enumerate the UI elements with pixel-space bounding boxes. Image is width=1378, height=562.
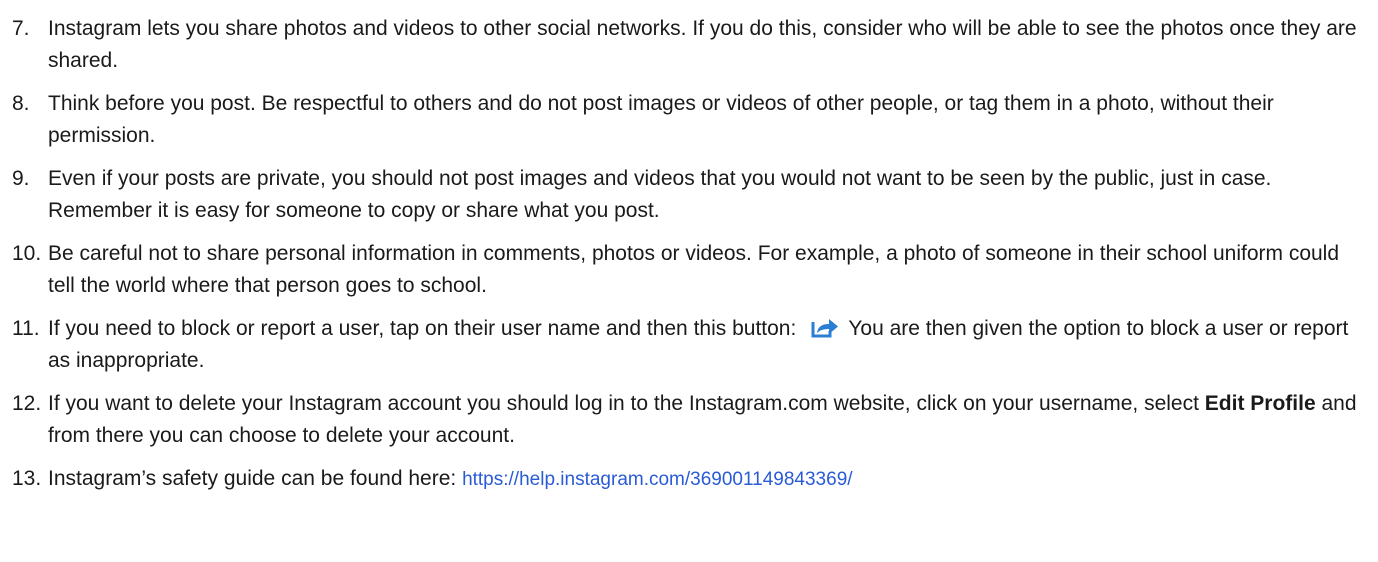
list-number: 8. [12,92,30,115]
list-item-7: 7. Instagram lets you share photos and vi… [12,13,1366,77]
document-page: 7. Instagram lets you share photos and vi… [0,0,1378,562]
list-item-text: Be careful not to share personal informa… [48,242,1340,297]
list-number: 11. [12,317,40,340]
list-number: 10. [12,242,42,265]
list-item-text: Even if your posts are private, you shou… [48,167,1272,222]
list-item-text-before-bold: If you want to delete your Instagram acc… [48,392,1199,415]
list-number: 7. [12,17,30,40]
safety-guide-link[interactable]: https://help.instagram.com/3690011498433… [462,469,852,490]
list-item-text: Instagram’s safety guide can be found he… [48,467,457,490]
list-item-13: 13. Instagram’s safety guide can be found… [12,463,1366,496]
list-number: 9. [12,167,30,190]
list-item-9: 9. Even if your posts are private, you sh… [12,163,1366,227]
share-arrow-icon [810,316,840,338]
list-item-text-before-icon: If you need to block or report a user, t… [48,317,797,340]
list-item-12: 12. If you want to delete your Instagram … [12,388,1366,452]
list-item-11: 11. If you need to block or report a user… [12,313,1366,377]
list-number: 13. [12,467,42,490]
list-item-text: Think before you post. Be respectful to … [48,92,1274,147]
edit-profile-label: Edit Profile [1204,392,1316,415]
list-item-10: 10. Be careful not to share personal info… [12,238,1366,302]
list-item-text: Instagram lets you share photos and vide… [48,17,1357,72]
list-number: 12. [12,392,42,415]
list-item-8: 8. Think before you post. Be respectful t… [12,88,1366,152]
